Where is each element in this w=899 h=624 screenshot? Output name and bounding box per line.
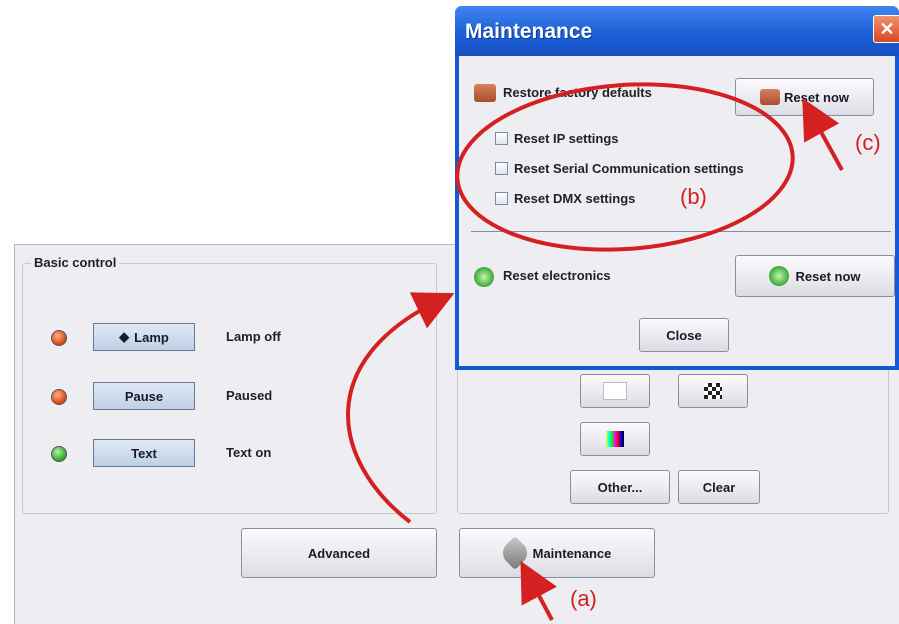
maintenance-dialog: Maintenance ✕ Restore factory defaults R…	[455, 6, 899, 370]
pause-button[interactable]: Pause	[93, 382, 195, 410]
dialog-body: Restore factory defaults Reset now Reset…	[459, 56, 895, 366]
clear-button[interactable]: Clear	[678, 470, 760, 504]
close-button[interactable]: Close	[639, 318, 729, 352]
checkbox[interactable]	[495, 132, 508, 145]
reset-electronics-icon	[474, 267, 494, 287]
checker-pattern-button[interactable]	[678, 374, 748, 408]
reset-dmx-checkbox[interactable]: Reset DMX settings	[495, 191, 635, 206]
dialog-title: Maintenance	[465, 20, 593, 43]
white-pattern-button[interactable]	[580, 374, 650, 408]
lamp-icon: ◆	[119, 329, 130, 344]
reset-electronics-label: Reset electronics	[503, 268, 611, 283]
annotation-label-c: (c)	[855, 130, 881, 155]
reset-ip-checkbox[interactable]: Reset IP settings	[495, 131, 619, 146]
checkerboard-icon	[704, 383, 722, 399]
annotation-label-a: (a)	[570, 586, 597, 611]
wrench-icon	[497, 536, 532, 570]
factory-reset-icon	[759, 89, 780, 105]
separator	[471, 231, 891, 232]
checkbox[interactable]	[495, 192, 508, 205]
lamp-status-led	[51, 330, 67, 346]
restore-factory-defaults-label: Restore factory defaults	[503, 85, 652, 100]
checkbox[interactable]	[495, 162, 508, 175]
colorbar-icon	[606, 431, 624, 447]
white-pattern-icon	[603, 382, 627, 400]
factory-reset-icon	[474, 84, 496, 102]
text-status-text: Text on	[226, 445, 272, 460]
maintenance-button[interactable]: Maintenance	[459, 528, 655, 578]
reset-serial-checkbox[interactable]: Reset Serial Communication settings	[495, 161, 744, 176]
reset-electronics-icon	[769, 266, 790, 286]
pause-status-led	[51, 389, 67, 405]
reset-now-button[interactable]: Reset now	[735, 78, 874, 116]
reset-electronics-button[interactable]: Reset now	[735, 255, 895, 297]
basic-control-title: Basic control	[31, 255, 120, 270]
text-button[interactable]: Text	[93, 439, 195, 467]
colorbar-pattern-button[interactable]	[580, 422, 650, 456]
annotation-label-b: (b)	[680, 184, 707, 209]
close-icon[interactable]: ✕	[873, 15, 899, 43]
lamp-status-text: Lamp off	[226, 329, 281, 344]
lamp-button[interactable]: ◆ Lamp	[93, 323, 195, 351]
advanced-button[interactable]: Advanced	[241, 528, 437, 578]
dialog-titlebar[interactable]: Maintenance ✕	[455, 6, 899, 56]
basic-control-group: Basic control ◆ Lamp Lamp off Pause Paus…	[22, 255, 437, 514]
text-status-led	[51, 446, 67, 462]
other-button[interactable]: Other...	[570, 470, 670, 504]
pause-status-text: Paused	[226, 388, 273, 403]
